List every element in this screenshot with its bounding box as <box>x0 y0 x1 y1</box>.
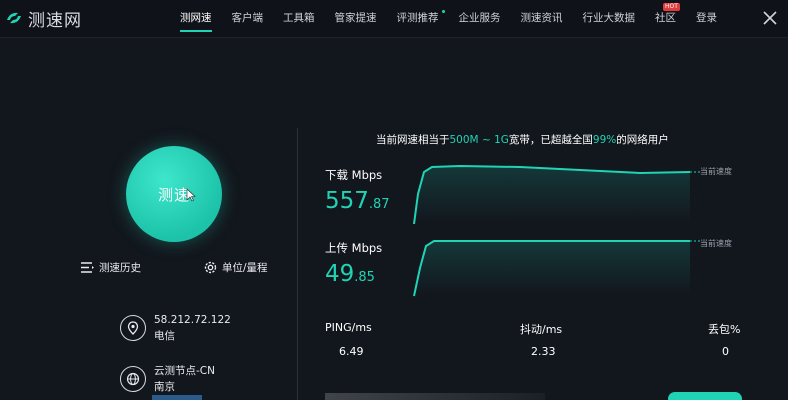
download-label: 下载 Mbps <box>325 168 383 182</box>
units-label: 单位/量程 <box>222 262 268 274</box>
download-value: 557.87 <box>325 188 390 214</box>
summary-bandwidth: 500M ~ 1G <box>449 134 509 146</box>
node-city: 南京 <box>154 381 175 393</box>
upload-int: 49 <box>325 261 355 287</box>
summary-mid: 宽带，已超越全国 <box>508 134 593 146</box>
nav-item-community[interactable]: HOT 社区 <box>655 0 680 38</box>
panel-divider <box>297 128 298 400</box>
nav-item-bigdata[interactable]: 行业大数据 <box>583 0 636 38</box>
isp-name: 电信 <box>154 330 175 342</box>
nav-item-reviews[interactable]: 评测推荐 <box>396 0 445 38</box>
footer-text-strip <box>325 393 545 400</box>
packet-loss-value: 0 <box>722 345 729 358</box>
ping-value: 6.49 <box>339 345 364 358</box>
units-link[interactable]: 单位/量程 <box>203 260 268 275</box>
summary-prefix: 当前网速相当于 <box>376 134 450 146</box>
upload-value: 49.85 <box>325 261 375 287</box>
speed-summary: 当前网速相当于500M ~ 1G宽带，已超越全国99%的网络用户 <box>376 132 669 147</box>
packet-loss-label: 丢包% <box>708 323 741 336</box>
hot-badge: HOT <box>663 3 680 11</box>
nav-item-news[interactable]: 测速资讯 <box>521 0 563 38</box>
upload-current-label: 当前速度 <box>700 239 732 248</box>
nav-item-speedtest[interactable]: 测网速 <box>180 0 212 38</box>
ip-address: 58.212.72.122 <box>154 314 231 326</box>
logo-text: 测速网 <box>28 10 82 31</box>
top-nav-bar: 测速网 测网速 客户端 工具箱 管家提速 评测推荐 企业服务 测速资讯 行业大数… <box>0 0 788 38</box>
summary-suffix: 的网络用户 <box>616 134 669 146</box>
jitter-label: 抖动/ms <box>520 323 563 336</box>
download-graph <box>413 164 700 225</box>
nav-item-reviews-label: 评测推荐 <box>396 12 439 24</box>
new-dot-icon <box>441 10 445 13</box>
location-pin-icon <box>120 315 146 341</box>
node-name[interactable]: 云测节点-CN <box>154 364 215 379</box>
start-test-button[interactable]: 测速 <box>126 146 222 242</box>
change-node-link[interactable] <box>152 395 202 400</box>
ip-info: 58.212.72.122 电信 <box>120 313 231 343</box>
nav-item-enterprise[interactable]: 企业服务 <box>459 0 501 38</box>
jitter-value: 2.33 <box>531 345 556 358</box>
nav-item-client[interactable]: 客户端 <box>232 0 264 38</box>
upload-label: 上传 Mbps <box>325 241 383 255</box>
nav-item-community-label: 社区 <box>655 12 676 24</box>
nav-item-boost[interactable]: 管家提速 <box>335 0 377 38</box>
main-nav: 测网速 客户端 工具箱 管家提速 评测推荐 企业服务 测速资讯 行业大数据 HO… <box>180 0 737 38</box>
summary-percent: 99% <box>592 134 617 146</box>
mouse-cursor-icon <box>186 188 196 202</box>
history-link[interactable]: 测速历史 <box>80 260 141 275</box>
ping-label: PING/ms <box>325 321 372 334</box>
logo-icon <box>7 12 21 24</box>
list-icon <box>81 262 94 273</box>
logo[interactable]: 测速网 <box>4 6 82 31</box>
nav-item-toolbox[interactable]: 工具箱 <box>283 0 315 38</box>
download-current-label: 当前速度 <box>700 167 732 176</box>
action-button[interactable] <box>668 392 742 400</box>
globe-icon <box>120 366 146 392</box>
nav-item-login[interactable]: 登录 <box>696 0 717 38</box>
close-icon[interactable] <box>760 8 780 28</box>
gear-icon <box>204 261 217 274</box>
history-label: 测速历史 <box>99 262 141 274</box>
node-info: 云测节点-CN 南京 <box>120 364 215 394</box>
download-int: 557 <box>325 188 369 214</box>
upload-graph <box>413 240 700 297</box>
upload-dec: .85 <box>354 270 375 285</box>
download-dec: .87 <box>368 197 390 212</box>
